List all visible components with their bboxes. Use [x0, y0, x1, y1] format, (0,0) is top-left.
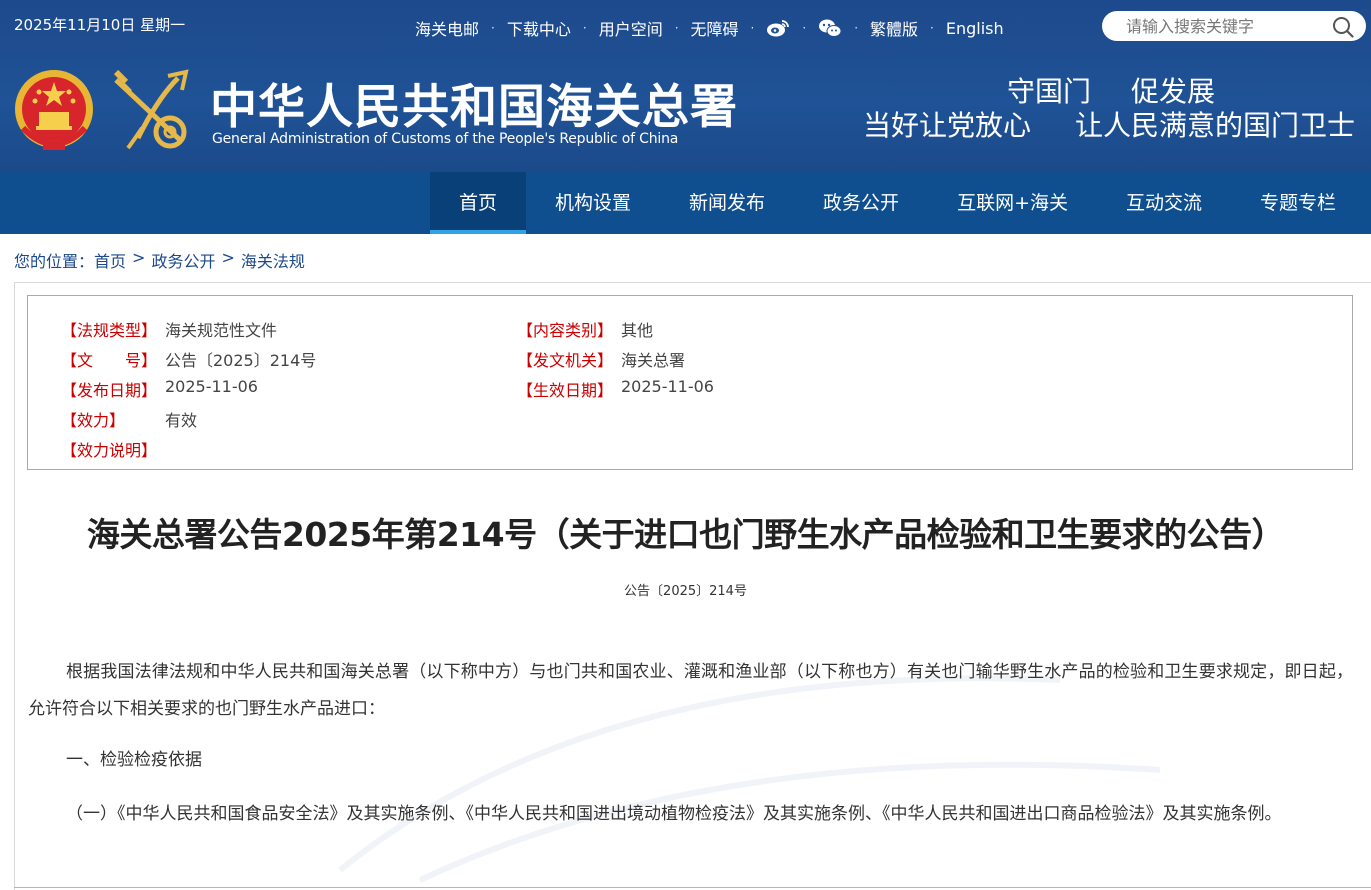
- meta-value: 其他: [621, 321, 654, 340]
- slogan-line-2: 当好让党放心 让人民满意的国门卫士: [863, 104, 1355, 144]
- meta-value: 海关总署: [621, 351, 686, 370]
- main-nav: 首页 机构设置 新闻发布 政务公开 互联网+海关 互动交流 专题专栏: [0, 172, 1371, 234]
- english-link[interactable]: English: [946, 19, 1004, 38]
- meta-label: 【发布日期】: [61, 381, 158, 400]
- meta-value: 2025-11-06: [621, 377, 714, 396]
- separator-dot: ·: [582, 21, 587, 35]
- wechat-icon[interactable]: [818, 17, 842, 39]
- document-title: 海关总署公告2025年第214号（关于进口也门野生水产品检验和卫生要求的公告）: [86, 515, 1285, 554]
- meta-value: 海关规范性文件: [165, 321, 278, 340]
- breadcrumb-government-affairs[interactable]: 政务公开: [151, 248, 215, 272]
- meta-label: 【文 号】: [61, 351, 158, 370]
- nav-item-special-topics[interactable]: 专题专栏: [1231, 172, 1365, 234]
- top-links: 海关电邮 · 下载中心 · 用户空间 · 无障碍 · · · 繁體版 · Eng…: [415, 16, 1004, 40]
- document-number: 公告〔2025〕214号: [624, 584, 747, 599]
- meta-label: 【生效日期】: [517, 381, 614, 400]
- metadata-box: 【法规类型】 海关规范性文件 【内容类别】 其他 【文 号】 公告〔2025〕2…: [27, 295, 1353, 470]
- meta-effective-date: 【生效日期】 2025-11-06: [517, 377, 714, 401]
- breadcrumb-home[interactable]: 首页: [94, 248, 126, 272]
- slogan-text: 当好让党放心: [863, 109, 1032, 142]
- document-paragraph: 根据我国法律法规和中华人民共和国海关总署（以下称中方）与也门共和国农业、灌溉和渔…: [28, 662, 1353, 719]
- nav-item-organization[interactable]: 机构设置: [526, 172, 660, 234]
- nav-item-interaction[interactable]: 互动交流: [1097, 172, 1231, 234]
- meta-doc-number: 【文 号】 公告〔2025〕214号: [61, 347, 316, 371]
- meta-validity: 【效力】 有效: [61, 407, 197, 431]
- breadcrumb-separator: >: [221, 248, 235, 267]
- breadcrumb: 您的位置： 首页 > 政务公开 > 海关法规: [14, 248, 305, 272]
- meta-validity-note: 【效力说明】: [61, 437, 165, 461]
- nav-item-government-affairs[interactable]: 政务公开: [794, 172, 928, 234]
- nav-item-news[interactable]: 新闻发布: [660, 172, 794, 234]
- site-header: 2025年11月10日 星期一 海关电邮 · 下载中心 · 用户空间 · 无障碍…: [0, 0, 1371, 172]
- nav-item-home[interactable]: 首页: [430, 172, 527, 234]
- search-box: [1102, 11, 1366, 41]
- separator-dot: ·: [750, 21, 755, 35]
- meta-label: 【发文机关】: [517, 351, 614, 370]
- slogan-text: 让人民满意的国门卫士: [1075, 109, 1356, 142]
- document-paragraph: （一）《中华人民共和国食品安全法》及其实施条例、《中华人民共和国进出境动植物检疫…: [66, 804, 1282, 824]
- meta-law-type: 【法规类型】 海关规范性文件: [61, 317, 277, 341]
- search-input[interactable]: [1126, 16, 1316, 36]
- current-date: 2025年11月10日 星期一: [14, 16, 186, 34]
- weibo-icon[interactable]: [766, 17, 790, 39]
- national-emblem-logo: [13, 68, 95, 154]
- meta-label: 【内容类别】: [517, 321, 614, 340]
- download-center-link[interactable]: 下载中心: [507, 16, 571, 40]
- separator-dot: ·: [802, 21, 807, 35]
- meta-content-category: 【内容类别】 其他: [517, 317, 653, 341]
- meta-publish-date: 【发布日期】 2025-11-06: [61, 377, 258, 401]
- site-subtitle: General Administration of Customs of the…: [212, 131, 679, 147]
- bottom-divider: [14, 887, 1371, 888]
- site-title: 中华人民共和国海关总署: [210, 80, 738, 135]
- meta-label: 【效力说明】: [61, 441, 158, 460]
- search-icon[interactable]: [1332, 16, 1354, 38]
- meta-value: 公告〔2025〕214号: [165, 351, 317, 370]
- email-link[interactable]: 海关电邮: [415, 16, 479, 40]
- nav-item-internet-customs[interactable]: 互联网+海关: [928, 172, 1097, 234]
- breadcrumb-customs-regulations[interactable]: 海关法规: [241, 248, 305, 272]
- meta-issuer: 【发文机关】 海关总署: [517, 347, 685, 371]
- document-paragraph: 一、检验检疫依据: [66, 750, 202, 770]
- meta-value: 有效: [165, 411, 198, 430]
- meta-label: 【法规类型】: [61, 321, 158, 340]
- separator-dot: ·: [491, 21, 495, 35]
- customs-key-logo: [108, 68, 192, 154]
- separator-dot: ·: [674, 21, 679, 35]
- breadcrumb-prefix: 您的位置：: [14, 252, 95, 271]
- accessibility-link[interactable]: 无障碍: [691, 16, 739, 40]
- traditional-chinese-link[interactable]: 繁體版: [870, 16, 918, 40]
- nav-items: 首页 机构设置 新闻发布 政务公开 互联网+海关 互动交流 专题专栏: [430, 172, 1365, 234]
- meta-label: 【效力】: [61, 411, 126, 430]
- separator-dot: ·: [930, 21, 934, 35]
- separator-dot: ·: [854, 21, 859, 35]
- meta-value: 2025-11-06: [165, 377, 258, 396]
- user-space-link[interactable]: 用户空间: [599, 16, 663, 40]
- breadcrumb-separator: >: [132, 248, 146, 267]
